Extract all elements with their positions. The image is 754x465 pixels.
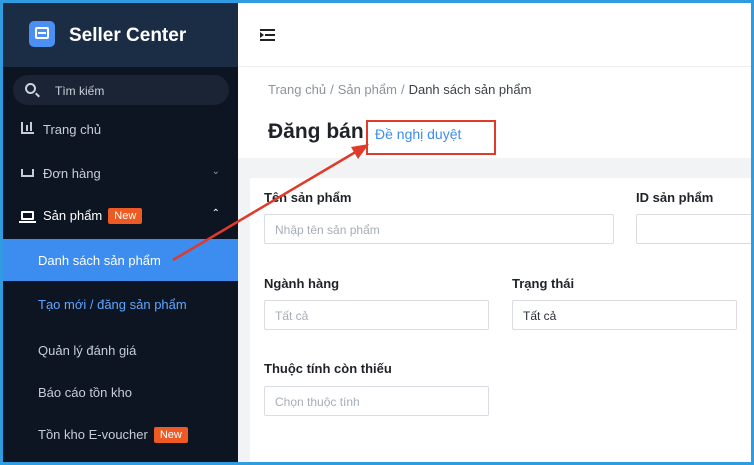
topbar <box>238 3 751 67</box>
breadcrumb-current: Danh sách sản phẩm <box>408 82 532 97</box>
sidebar-subitem-label: Quản lý đánh giá <box>38 343 137 358</box>
sidebar-subitem-product-list[interactable]: Danh sách sản phẩm <box>3 239 238 281</box>
breadcrumb: Trang chủ / Sản phẩm / Danh sách sản phẩm <box>268 82 531 97</box>
sidebar-subitem-inventory-report[interactable]: Báo cáo tồn kho <box>3 371 238 413</box>
breadcrumb-products[interactable]: Sản phẩm <box>338 82 397 97</box>
missing-attr-select[interactable]: Chọn thuộc tính <box>264 386 489 416</box>
sidebar: Seller Center Tìm kiếm Trang chủ Đơn hàn… <box>3 3 238 462</box>
category-label: Ngành hàng <box>264 276 340 291</box>
breadcrumb-home[interactable]: Trang chủ <box>268 82 326 97</box>
filter-form: Tên sản phẩm Nhập tên sản phẩm ID sản ph… <box>250 178 751 462</box>
status-label: Trạng thái <box>512 276 575 291</box>
sidebar-subitem-reviews[interactable]: Quản lý đánh giá <box>3 329 238 371</box>
sidebar-item-products[interactable]: Sản phẩm New ⌃ <box>3 197 238 237</box>
sidebar-item-home[interactable]: Trang chủ <box>3 109 238 149</box>
sidebar-subitem-evoucher-stock[interactable]: Tồn kho E-voucher New <box>3 415 238 457</box>
sidebar-item-label: Sản phẩm <box>43 208 103 223</box>
chevron-down-icon: ⌄ <box>211 166 220 177</box>
page-header: Trang chủ / Sản phẩm / Danh sách sản phẩm Đă… <box>238 67 751 158</box>
category-select[interactable]: Tất cả <box>264 300 489 330</box>
sidebar-item-label: Đơn hàng <box>43 166 101 181</box>
sidebar-subitem-label: Tạo mới / đăng sản phẩm <box>38 297 187 312</box>
app-title: Seller Center <box>69 25 187 46</box>
sidebar-subitem-label: Danh sách sản phẩm <box>38 253 161 268</box>
annotation-highlight-box <box>366 120 496 155</box>
chart-icon <box>21 122 34 134</box>
sidebar-subitem-label-wrap: Tồn kho E-voucher New <box>38 427 188 444</box>
search-input[interactable]: Tìm kiếm <box>13 75 229 105</box>
cart-icon <box>21 169 34 177</box>
search-placeholder: Tìm kiếm <box>55 84 105 98</box>
menu-fold-icon[interactable] <box>260 29 275 41</box>
product-name-label: Tên sản phẩm <box>264 190 352 205</box>
shop-logo-icon <box>29 21 55 47</box>
product-id-label: ID sản phẩm <box>636 190 714 205</box>
sidebar-subitem-create-product[interactable]: Tạo mới / đăng sản phẩm <box>3 283 238 325</box>
search-icon <box>25 83 36 94</box>
sidebar-subitem-label: Báo cáo tồn kho <box>38 385 132 400</box>
sidebar-item-label: Trang chủ <box>43 122 102 137</box>
sidebar-item-products-label-wrap: Sản phẩm New <box>43 208 143 225</box>
breadcrumb-separator: / <box>400 82 405 97</box>
missing-attr-label: Thuộc tính còn thiếu <box>264 361 392 376</box>
chevron-up-icon: ⌃ <box>211 208 220 219</box>
page-title: Đăng bán <box>268 120 364 143</box>
product-id-input[interactable] <box>636 214 751 244</box>
breadcrumb-separator: / <box>330 82 334 97</box>
box-icon <box>19 211 36 223</box>
main-content: Trang chủ / Sản phẩm / Danh sách sản phẩm Đă… <box>238 67 751 462</box>
new-badge: New <box>153 427 188 443</box>
product-name-input[interactable]: Nhập tên sản phẩm <box>264 214 614 244</box>
window-frame: Seller Center Tìm kiếm Trang chủ Đơn hàn… <box>0 0 754 465</box>
status-select[interactable]: Tất cả <box>512 300 737 330</box>
brand-header[interactable]: Seller Center <box>3 3 238 67</box>
sidebar-subitem-label: Tồn kho E-voucher <box>38 427 148 442</box>
sidebar-item-orders[interactable]: Đơn hàng ⌄ <box>3 153 238 193</box>
new-badge: New <box>108 208 143 224</box>
